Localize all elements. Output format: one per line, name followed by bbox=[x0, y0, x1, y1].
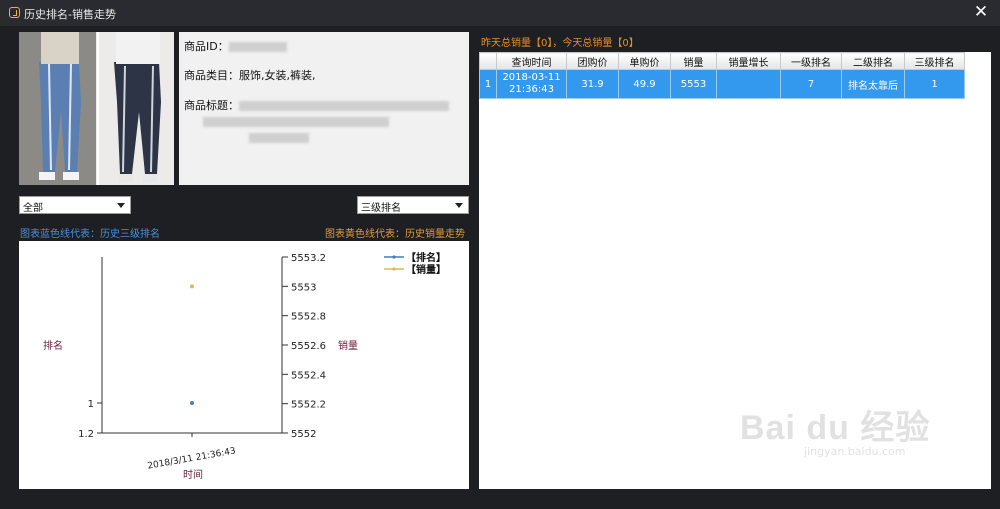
column-header[interactable]: 二级排名 bbox=[841, 52, 905, 70]
column-header[interactable]: 销量 bbox=[670, 52, 717, 70]
window-title: 历史排名-销售走势 bbox=[24, 8, 116, 21]
product-title-redacted-line2 bbox=[203, 115, 389, 128]
cell-query-time[interactable]: 2018-03-11 21:36:43 bbox=[496, 69, 567, 99]
right-axis-title: 销量 bbox=[338, 339, 358, 352]
right-axis-tick-label: 5553 bbox=[291, 282, 316, 293]
rank-level-select-value: 三级排名 bbox=[361, 203, 401, 214]
jeans-photo-icon bbox=[19, 32, 174, 185]
column-header[interactable]: 一级排名 bbox=[780, 52, 842, 70]
legend-entry: 【销量】 bbox=[406, 263, 446, 276]
column-header[interactable]: 销量增长 bbox=[716, 52, 781, 70]
column-header[interactable]: 团购价 bbox=[566, 52, 619, 70]
history-chart: 5553.2 5553 5552.8 5552.6 5552.4 5552.2 5552 1 1… bbox=[43, 251, 446, 481]
legend-entry: 【排名】 bbox=[406, 251, 446, 264]
x-axis-title: 时间 bbox=[183, 468, 203, 481]
column-header[interactable]: 查询时间 bbox=[496, 52, 567, 70]
row-number: 1 bbox=[479, 69, 497, 99]
title-bar: 历史排名-销售走势 ✕ bbox=[0, 0, 1000, 26]
chevron-down-icon bbox=[117, 203, 125, 208]
right-axis-tick-label: 5552.8 bbox=[291, 312, 326, 323]
product-category-row: 商品类目：服饰,女装,裤装, bbox=[184, 67, 316, 83]
baidu-jingyan-watermark: Bai du 经验 jingyan.baidu.com bbox=[740, 400, 930, 458]
rank-level-select[interactable]: 三级排名 bbox=[357, 196, 469, 214]
right-axis-tick-label: 5552.6 bbox=[291, 341, 326, 352]
orange-line-note: 图表黄色线代表：历史销量走势 bbox=[325, 229, 465, 240]
close-icon[interactable]: ✕ bbox=[972, 3, 990, 21]
right-axis-tick-label: 5552.2 bbox=[291, 400, 326, 411]
legend-marker bbox=[392, 255, 396, 259]
cell-rank-level1[interactable]: 7 bbox=[780, 69, 842, 99]
cell-sales-growth[interactable] bbox=[716, 69, 781, 99]
table-header-row: 查询时间 团购价 单购价 销量 销量增长 一级排名 二级排名 三级排名 bbox=[479, 52, 965, 70]
left-axis-tick-label: 1 bbox=[88, 399, 94, 410]
history-chart-panel: 5553.2 5553 5552.8 5552.6 5552.4 5552.2 5552 1 1… bbox=[19, 241, 469, 489]
watermark-main: Bai du 经验 bbox=[740, 409, 931, 447]
product-id-label: 商品ID： bbox=[184, 40, 229, 53]
scope-select-value: 全部 bbox=[23, 203, 43, 214]
cell-sales[interactable]: 5553 bbox=[670, 69, 717, 99]
product-image bbox=[19, 32, 174, 185]
cell-group-price[interactable]: 31.9 bbox=[566, 69, 619, 99]
column-header[interactable]: 单购价 bbox=[618, 52, 671, 70]
product-category-value: 服饰,女装,裤装, bbox=[239, 69, 316, 82]
blue-line-note: 图表蓝色线代表：历史三级排名 bbox=[20, 229, 160, 240]
sales-summary: 昨天总销量【0】，今天总销量【0】 bbox=[481, 38, 639, 49]
cell-rank-level3[interactable]: 1 bbox=[904, 69, 965, 99]
right-axis-tick-label: 5552 bbox=[291, 429, 316, 440]
product-title-redacted-line3 bbox=[249, 131, 309, 144]
product-id-redacted bbox=[228, 42, 287, 52]
cell-rank-level2[interactable]: 排名太靠后 bbox=[841, 69, 905, 99]
history-table: 查询时间 团购价 单购价 销量 销量增长 一级排名 二级排名 三级排名 1 20… bbox=[479, 52, 965, 99]
left-axis-tick-label: 1.2 bbox=[78, 429, 94, 440]
product-title-redacted bbox=[239, 101, 449, 111]
column-header[interactable]: 三级排名 bbox=[904, 52, 965, 70]
app-logo-icon bbox=[9, 7, 20, 18]
chevron-down-icon bbox=[455, 203, 463, 208]
data-point-sales bbox=[190, 284, 194, 289]
x-axis-tick-label: 2018/3/11 21:36:43 bbox=[147, 446, 237, 471]
product-id-row: 商品ID： bbox=[184, 38, 287, 54]
right-axis-tick-label: 5552.4 bbox=[291, 370, 326, 381]
row-header-corner bbox=[479, 52, 497, 70]
right-axis-tick-label: 5553.2 bbox=[291, 253, 326, 264]
data-point-rank bbox=[190, 401, 194, 405]
product-info-panel: 商品ID： 商品类目：服饰,女装,裤装, 商品标题： bbox=[179, 32, 469, 185]
product-title-row: 商品标题： bbox=[184, 97, 449, 113]
scope-select[interactable]: 全部 bbox=[19, 196, 131, 214]
product-category-label: 商品类目： bbox=[184, 69, 239, 82]
legend-marker bbox=[392, 267, 396, 271]
left-axis-title: 排名 bbox=[43, 339, 63, 352]
product-title-label: 商品标题： bbox=[184, 99, 239, 112]
cell-single-price[interactable]: 49.9 bbox=[618, 69, 671, 99]
table-row[interactable]: 1 2018-03-11 21:36:43 31.9 49.9 5553 7 排… bbox=[479, 69, 965, 99]
